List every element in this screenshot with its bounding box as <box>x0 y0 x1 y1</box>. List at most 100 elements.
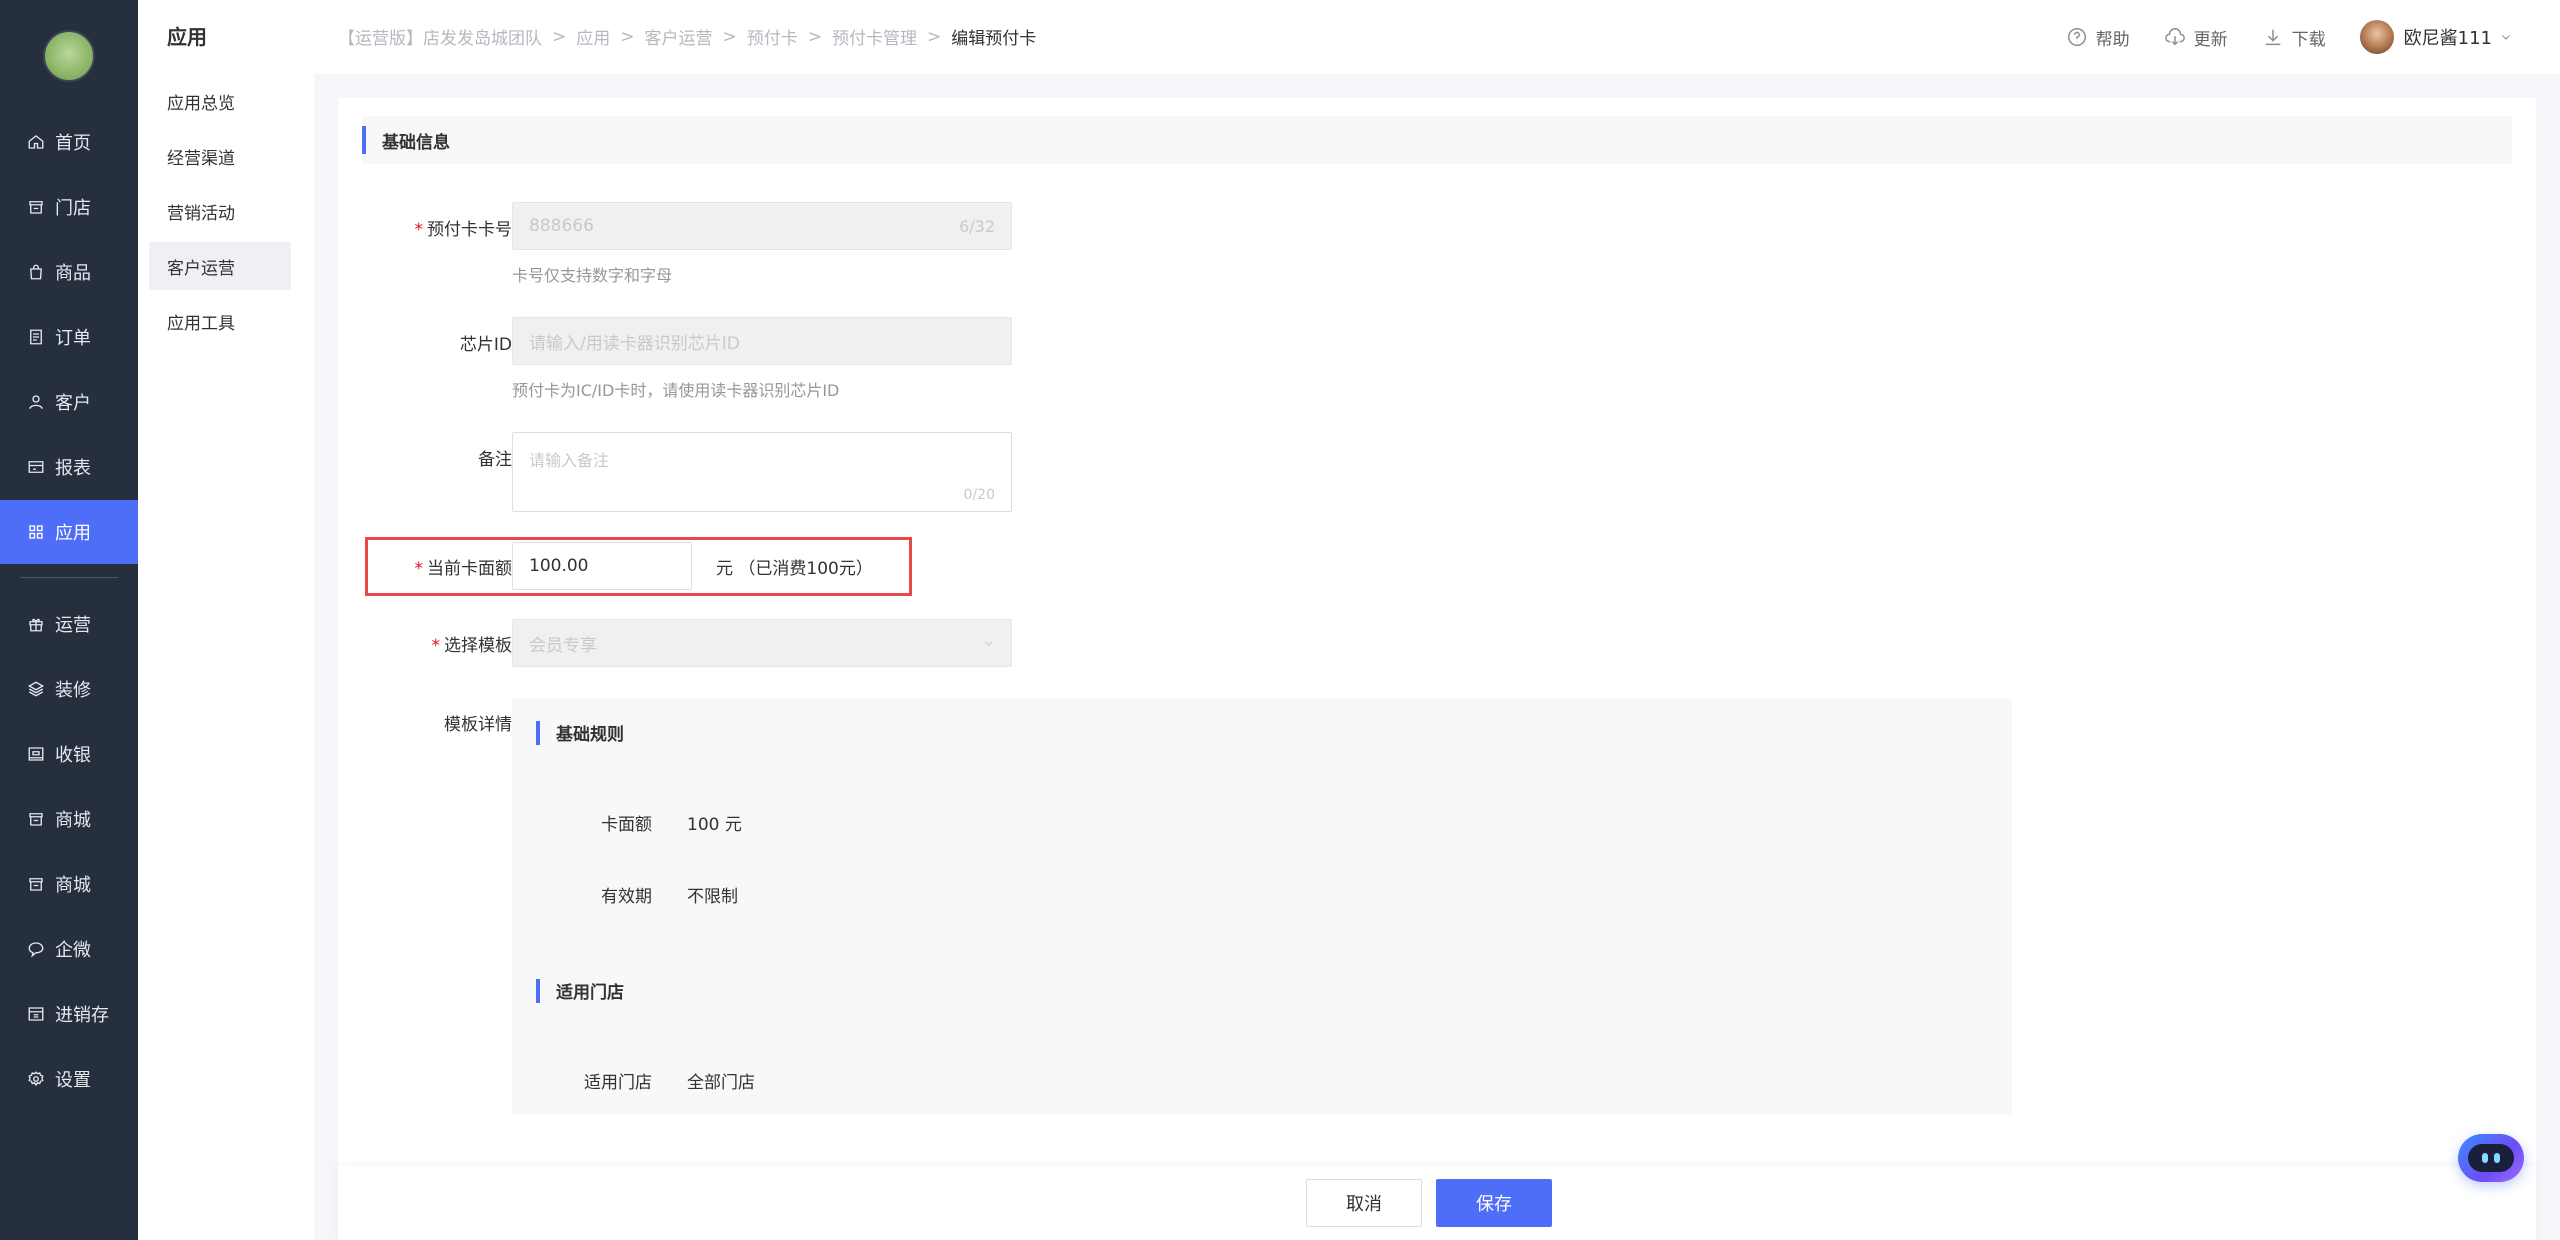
rules-section-title: 基础规则 <box>536 720 624 745</box>
brand-logo[interactable] <box>43 30 95 82</box>
breadcrumb-item[interactable]: 预付卡管理 <box>832 24 917 49</box>
stores-value: 全部门店 <box>687 1073 755 1093</box>
form-footer: 取消 保存 <box>338 1166 2536 1240</box>
nav-item-label: 客户 <box>55 393 91 414</box>
card-no-input[interactable]: 888666 6/32 <box>512 202 1012 250</box>
nav-item-label: 报表 <box>55 458 91 479</box>
breadcrumb-item[interactable]: 【运营版】店发发岛城团队 <box>338 24 542 49</box>
section-accent-bar <box>536 720 540 745</box>
nav-item-label: 装修 <box>55 680 91 701</box>
validity-value: 不限制 <box>687 887 738 907</box>
subnav-item-channels[interactable]: 经营渠道 <box>149 132 291 180</box>
help-icon <box>2067 28 2086 46</box>
remark-counter: 0/20 <box>963 487 995 503</box>
remark-textarea[interactable]: 请输入备注 0/20 <box>512 432 1012 512</box>
chevron-down-icon <box>2502 35 2510 40</box>
report-icon <box>27 458 45 476</box>
top-actions: 帮助 更新 下载 欧尼酱111 <box>2032 20 2512 54</box>
chip-id-input[interactable]: 请输入/用读卡器识别芯片ID <box>512 317 1012 365</box>
assistant-bot-icon[interactable] <box>2458 1134 2524 1182</box>
nav-item-mall-2[interactable]: 商城 <box>0 852 138 916</box>
update-label: 更新 <box>2193 29 2228 50</box>
breadcrumb: 【运营版】店发发岛城团队 > 应用 > 客户运营 > 预付卡 > 预付卡管理 >… <box>338 24 1036 50</box>
username: 欧尼酱111 <box>2403 28 2492 49</box>
required-mark: * <box>414 220 424 240</box>
breadcrumb-separator-icon: > <box>722 26 737 47</box>
nav-item-label: 收银 <box>55 745 91 766</box>
cloud-download-icon <box>2164 28 2185 46</box>
top-bar: 【运营版】店发发岛城团队 > 应用 > 客户运营 > 预付卡 > 预付卡管理 >… <box>314 0 2560 74</box>
nav-divider <box>20 577 118 578</box>
form-card: 基础信息 * 预付卡卡号 888666 6/32 卡号仅支持数字和字母 芯片ID … <box>338 98 2536 1168</box>
nav-item-home[interactable]: 首页 <box>0 110 138 174</box>
stores-title: 适用门店 <box>556 983 624 1003</box>
nav-item-orders[interactable]: 订单 <box>0 305 138 369</box>
mall-icon <box>27 875 45 893</box>
section-header-basic: 基础信息 <box>362 116 2512 164</box>
bot-face <box>2468 1144 2514 1172</box>
nav-item-apps[interactable]: 应用 <box>0 500 138 564</box>
validity-label: 有效期 <box>601 887 652 907</box>
save-button[interactable]: 保存 <box>1436 1179 1552 1227</box>
nav-item-settings[interactable]: 设置 <box>0 1047 138 1111</box>
breadcrumb-item[interactable]: 应用 <box>576 24 610 49</box>
subnav-item-customer-ops[interactable]: 客户运营 <box>149 242 291 290</box>
chat-icon <box>27 940 45 958</box>
nav-item-reports[interactable]: 报表 <box>0 435 138 499</box>
nav-item-operations[interactable]: 运营 <box>0 592 138 656</box>
breadcrumb-separator-icon: > <box>620 26 635 47</box>
nav-item-decoration[interactable]: 装修 <box>0 657 138 721</box>
update-button[interactable]: 更新 <box>2164 25 2228 50</box>
nav-item-store[interactable]: 门店 <box>0 175 138 239</box>
nav-item-label: 进销存 <box>55 1005 109 1026</box>
nav-item-mall[interactable]: 商城 <box>0 787 138 851</box>
amount-label-text: 当前卡面额 <box>427 559 512 579</box>
nav-item-label: 设置 <box>55 1070 91 1091</box>
face-value: 100 元 <box>687 815 742 835</box>
required-mark: * <box>431 636 441 656</box>
help-button[interactable]: 帮助 <box>2066 25 2130 50</box>
download-button[interactable]: 下载 <box>2262 25 2326 50</box>
breadcrumb-separator-icon: > <box>927 26 942 47</box>
layers-icon <box>27 680 45 698</box>
sub-nav: 应用 应用总览 经营渠道 营销活动 客户运营 应用工具 <box>138 0 314 1240</box>
nav-item-wecom[interactable]: 企微 <box>0 917 138 981</box>
download-icon <box>2265 29 2280 46</box>
home-icon <box>27 133 45 151</box>
nav-item-inventory[interactable]: 进销存 <box>0 982 138 1046</box>
card-no-value: 888666 <box>529 216 594 236</box>
breadcrumb-item[interactable]: 预付卡 <box>747 24 798 49</box>
subnav-item-marketing[interactable]: 营销活动 <box>149 187 291 235</box>
remark-label: 备注 <box>478 450 512 470</box>
nav-item-label: 商城 <box>55 875 91 896</box>
avatar <box>2359 20 2394 54</box>
user-menu[interactable]: 欧尼酱111 <box>2359 20 2512 54</box>
user-icon <box>27 393 45 411</box>
mall-icon <box>27 810 45 828</box>
remark-placeholder: 请输入备注 <box>529 451 610 470</box>
inventory-icon <box>27 1005 45 1023</box>
amount-input[interactable]: 100.00 <box>512 542 692 590</box>
help-label: 帮助 <box>2095 29 2130 50</box>
detail-label: 模板详情 <box>444 715 512 735</box>
nav-item-label: 应用 <box>55 523 91 544</box>
nav-item-label: 首页 <box>55 133 91 154</box>
amount-value: 100.00 <box>529 556 589 576</box>
subnav-item-tools[interactable]: 应用工具 <box>149 297 291 345</box>
breadcrumb-item[interactable]: 客户运营 <box>645 24 713 49</box>
subnav-item-overview[interactable]: 应用总览 <box>149 77 291 125</box>
nav-item-products[interactable]: 商品 <box>0 240 138 304</box>
subnav-title: 应用 <box>167 25 207 49</box>
stores-section-title: 适用门店 <box>536 978 624 1003</box>
cashier-icon <box>27 745 45 763</box>
nav-item-customers[interactable]: 客户 <box>0 370 138 434</box>
cancel-button[interactable]: 取消 <box>1306 1179 1422 1227</box>
order-icon <box>27 328 45 346</box>
nav-item-label: 企微 <box>55 940 91 961</box>
template-select[interactable]: 会员专享 <box>512 619 1012 667</box>
face-label: 卡面额 <box>601 815 652 835</box>
bag-icon <box>27 263 45 281</box>
nav-item-label: 商品 <box>55 263 91 284</box>
settings-icon <box>27 1070 45 1088</box>
nav-item-cashier[interactable]: 收银 <box>0 722 138 786</box>
